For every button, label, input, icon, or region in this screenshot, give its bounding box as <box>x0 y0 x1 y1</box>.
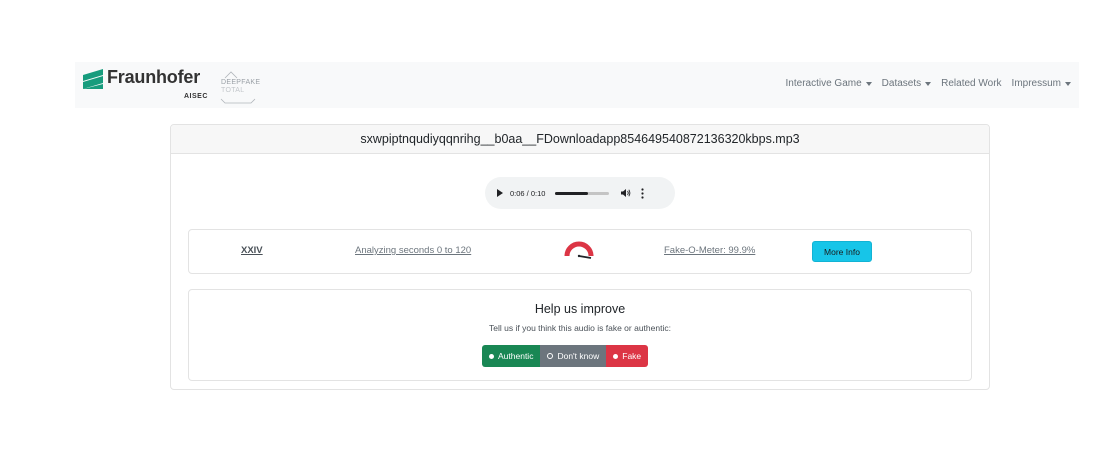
authentic-label: Authentic <box>498 351 534 361</box>
fake-button[interactable]: Fake <box>606 345 649 367</box>
feedback-button-group: Authentic Don't know Fake <box>482 345 649 367</box>
more-info-button[interactable]: More Info <box>812 241 872 262</box>
nav-related-work[interactable]: Related Work <box>941 78 1001 89</box>
audio-filename: sxwpiptnqudiyqqnrihg__b0aa__FDownloadapp… <box>360 132 800 146</box>
more-vertical-icon[interactable] <box>641 187 645 199</box>
result-id-link[interactable]: XXIV <box>241 245 263 256</box>
dont-know-button[interactable]: Don't know <box>540 345 607 367</box>
nav-link-label: Interactive Game <box>785 78 862 89</box>
feedback-section: Help us improve Tell us if you think thi… <box>188 289 972 381</box>
radio-filled-icon <box>489 353 494 359</box>
caret-down-icon <box>1065 81 1071 86</box>
nav-interactive-game[interactable]: Interactive Game <box>786 78 872 89</box>
fake-o-meter-link[interactable]: Fake-O-Meter: 99.9% <box>664 245 755 256</box>
nav-link-label: Impressum <box>1011 78 1061 89</box>
volume-icon[interactable] <box>621 188 631 198</box>
brand-name: Fraunhofer <box>107 67 201 87</box>
audio-player[interactable]: 0:06 / 0:10 <box>485 177 675 209</box>
nav-link-label: Datasets <box>881 78 922 89</box>
card-header: sxwpiptnqudiyqqnrihg__b0aa__FDownloadapp… <box>171 125 989 154</box>
analysis-card: sxwpiptnqudiyqqnrihg__b0aa__FDownloadapp… <box>170 124 990 390</box>
caret-down-icon <box>925 81 932 86</box>
radio-filled-icon <box>613 353 619 359</box>
deepfake-label: DEEPFAKE <box>221 79 261 86</box>
nav-link-label: Related Work <box>941 78 1002 89</box>
dont-know-label: Don't know <box>557 351 600 361</box>
nav-impressum[interactable]: Impressum <box>1012 78 1071 89</box>
player-progress-fill <box>555 191 588 195</box>
player-time: 0:06 / 0:10 <box>510 188 546 198</box>
fake-label: Fake <box>622 351 642 361</box>
brand-sub: AISEC <box>184 93 208 100</box>
result-row: XXIV Analyzing seconds 0 to 120 Fake-O-M… <box>188 229 972 274</box>
nav-datasets[interactable]: Datasets <box>881 78 932 89</box>
player-progress-bar[interactable] <box>555 191 610 195</box>
nav-links: Interactive Game Datasets Related Work I… <box>786 78 1071 89</box>
feedback-title: Help us improve <box>534 302 626 316</box>
analysis-range-link[interactable]: Analyzing seconds 0 to 120 <box>355 245 471 256</box>
feedback-subtitle: Tell us if you think this audio is fake … <box>489 323 671 333</box>
fraunhofer-logo-icon <box>83 69 103 89</box>
play-icon[interactable] <box>497 189 503 197</box>
fake-o-meter-gauge-icon <box>564 241 594 259</box>
navbar: Fraunhofer AISEC DEEPFAKE TOTAL Interact… <box>75 62 1079 108</box>
authentic-button[interactable]: Authentic <box>482 345 541 367</box>
total-label: TOTAL <box>221 87 245 94</box>
radio-empty-icon <box>547 353 554 359</box>
caret-down-icon <box>865 81 872 86</box>
